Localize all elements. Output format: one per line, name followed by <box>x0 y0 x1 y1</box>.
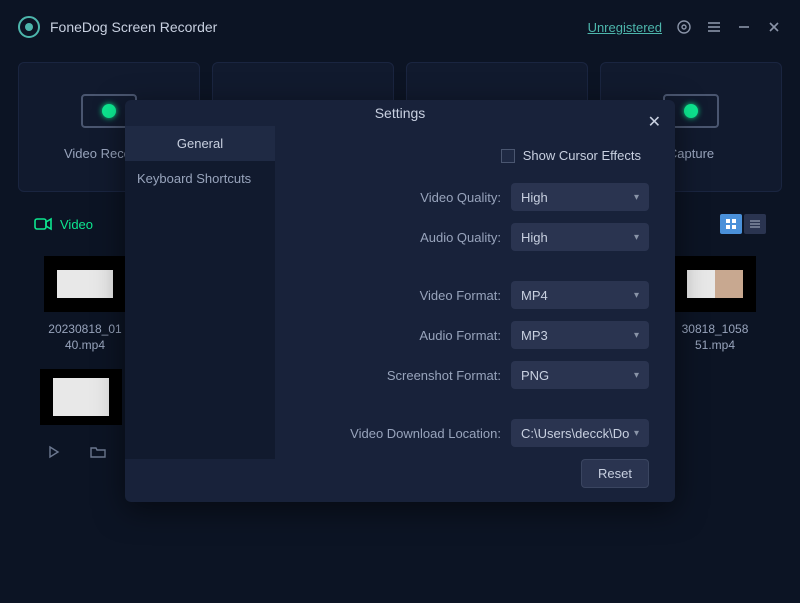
audio-format-row: Audio Format: MP3 ▾ <box>287 321 649 349</box>
video-format-row: Video Format: MP4 ▾ <box>287 281 649 309</box>
chevron-down-icon: ▾ <box>634 428 639 439</box>
unregistered-link[interactable]: Unregistered <box>588 20 662 35</box>
modal-body: General Keyboard Shortcuts Show Cursor E… <box>125 126 675 459</box>
header-left: FoneDog Screen Recorder <box>18 16 217 38</box>
list-icon <box>749 218 761 230</box>
video-format-select[interactable]: MP4 ▾ <box>511 281 649 309</box>
modal-header: Settings ✕ <box>125 100 675 126</box>
chevron-down-icon: ▾ <box>634 232 639 243</box>
form-label: Video Quality: <box>420 190 501 205</box>
thumbnail <box>44 256 126 312</box>
close-icon[interactable]: ✕ <box>648 112 661 132</box>
sidebar-item-general[interactable]: General <box>125 126 275 161</box>
app-logo-icon <box>18 16 40 38</box>
library-tabs: Video <box>34 217 93 232</box>
video-icon <box>34 217 52 231</box>
show-cursor-checkbox[interactable] <box>501 149 515 163</box>
form-label: Video Format: <box>420 288 501 303</box>
select-value: High <box>521 190 548 205</box>
sidebar-item-shortcuts[interactable]: Keyboard Shortcuts <box>125 161 275 196</box>
thumbnail[interactable] <box>40 369 122 425</box>
header-right: Unregistered <box>588 19 782 35</box>
thumbnail <box>674 256 756 312</box>
select-value: MP4 <box>521 288 548 303</box>
gear-icon[interactable] <box>676 19 692 35</box>
minimize-icon[interactable] <box>736 19 752 35</box>
show-cursor-row: Show Cursor Effects <box>287 148 649 163</box>
chevron-down-icon: ▾ <box>634 330 639 341</box>
folder-icon[interactable] <box>90 445 106 461</box>
chevron-down-icon: ▾ <box>634 192 639 203</box>
grid-icon <box>725 218 737 230</box>
app-header: FoneDog Screen Recorder Unregistered <box>0 0 800 54</box>
form-label: Audio Quality: <box>420 230 501 245</box>
form-label: Video Download Location: <box>350 426 501 441</box>
play-icon[interactable] <box>46 445 62 461</box>
list-item[interactable]: 20230818_01 40.mp4 <box>40 256 130 353</box>
menu-icon[interactable] <box>706 19 722 35</box>
screenshot-format-select[interactable]: PNG ▾ <box>511 361 649 389</box>
list-item[interactable]: 30818_1058 51.mp4 <box>670 256 760 353</box>
file-name: 30818_1058 51.mp4 <box>682 322 749 353</box>
select-value: MP3 <box>521 328 548 343</box>
video-quality-select[interactable]: High ▾ <box>511 183 649 211</box>
settings-modal: Settings ✕ General Keyboard Shortcuts Sh… <box>125 100 675 502</box>
chevron-down-icon: ▾ <box>634 290 639 301</box>
download-location-row: Video Download Location: C:\Users\decck\… <box>287 419 649 447</box>
close-icon[interactable] <box>766 19 782 35</box>
settings-content: Show Cursor Effects Video Quality: High … <box>275 126 675 459</box>
tab-video[interactable]: Video <box>34 217 93 232</box>
grid-view-button[interactable] <box>720 214 742 234</box>
audio-quality-row: Audio Quality: High ▾ <box>287 223 649 251</box>
audio-format-select[interactable]: MP3 ▾ <box>511 321 649 349</box>
select-value: High <box>521 230 548 245</box>
list-view-button[interactable] <box>744 214 766 234</box>
chevron-down-icon: ▾ <box>634 370 639 381</box>
file-name: 20230818_01 40.mp4 <box>48 322 121 353</box>
video-quality-row: Video Quality: High ▾ <box>287 183 649 211</box>
app-title: FoneDog Screen Recorder <box>50 19 217 35</box>
tab-label: Video <box>60 217 93 232</box>
screenshot-format-row: Screenshot Format: PNG ▾ <box>287 361 649 389</box>
form-label: Audio Format: <box>419 328 501 343</box>
form-label: Screenshot Format: <box>387 368 501 383</box>
view-toggles <box>720 214 766 234</box>
audio-quality-select[interactable]: High ▾ <box>511 223 649 251</box>
reset-button[interactable]: Reset <box>581 459 649 488</box>
modal-footer: Reset <box>125 459 675 502</box>
select-value: PNG <box>521 368 549 383</box>
show-cursor-label: Show Cursor Effects <box>523 148 641 163</box>
select-value: C:\Users\decck\Do <box>521 426 629 441</box>
settings-sidebar: General Keyboard Shortcuts <box>125 126 275 459</box>
modal-title: Settings <box>375 105 426 121</box>
download-location-select[interactable]: C:\Users\decck\Do ▾ <box>511 419 649 447</box>
